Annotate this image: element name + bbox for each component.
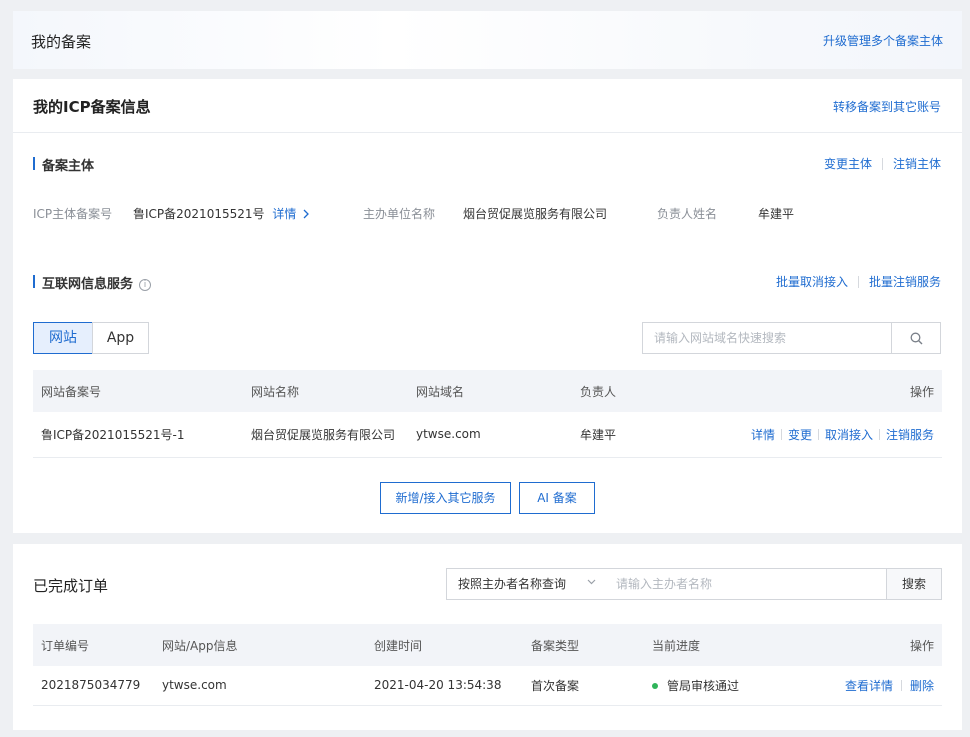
record-no-value: 鲁ICP备2021015521号 详情	[133, 205, 310, 222]
cancel-subject-link[interactable]: 注销主体	[893, 155, 941, 172]
orders-card: 已完成订单 按照主办者名称查询 搜索 订单编号 网站/App信息 创建时间 备案…	[13, 544, 962, 730]
table-header-row: 网站备案号 网站名称 网站域名 负责人 操作	[33, 370, 942, 412]
service-section-title: 互联网信息服务 i	[33, 273, 152, 292]
col-ops: 操作	[722, 370, 942, 412]
cancel-service-link[interactable]: 注销服务	[886, 428, 934, 442]
query-type-select[interactable]: 按照主办者名称查询	[446, 568, 606, 600]
col-created: 创建时间	[366, 624, 523, 666]
record-detail-label: 详情	[272, 207, 297, 221]
change-link[interactable]: 变更	[788, 428, 812, 442]
orders-table: 订单编号 网站/App信息 创建时间 备案类型 当前进度 操作 20218750…	[33, 624, 942, 706]
col-progress: 当前进度	[644, 624, 794, 666]
col-domain: 网站域名	[408, 370, 572, 412]
col-site-name: 网站名称	[243, 370, 408, 412]
view-detail-link[interactable]: 查看详情	[845, 679, 893, 693]
record-no-label: ICP主体备案号	[33, 207, 113, 221]
col-ops: 操作	[794, 624, 942, 666]
batch-cancel-access-link[interactable]: 批量取消接入	[776, 273, 848, 290]
chevron-right-icon	[303, 209, 310, 219]
search-icon	[910, 332, 922, 344]
query-type-value: 按照主办者名称查询	[458, 577, 567, 591]
search-button[interactable]	[891, 323, 940, 353]
divider	[13, 132, 962, 133]
table-header-row: 订单编号 网站/App信息 创建时间 备案类型 当前进度 操作	[33, 624, 942, 666]
status-dot	[652, 682, 658, 689]
icp-info-card: 我的ICP备案信息 转移备案到其它账号 备案主体 变更主体 注销主体 ICP主体…	[13, 79, 962, 533]
owner-label: 负责人姓名	[657, 207, 718, 221]
cell-record-no: 鲁ICP备2021015521号-1	[33, 412, 243, 458]
website-table: 网站备案号 网站名称 网站域名 负责人 操作 鲁ICP备2021015521号-…	[33, 370, 942, 458]
cell-order-no: 2021875034779	[33, 666, 154, 706]
organizer-search-input[interactable]	[605, 568, 887, 600]
order-search-button[interactable]: 搜索	[886, 568, 942, 600]
change-subject-link[interactable]: 变更主体	[824, 155, 872, 172]
cell-ops: 查看详情 删除	[794, 666, 942, 706]
col-order-no: 订单编号	[33, 624, 154, 666]
domain-search-input[interactable]	[643, 323, 891, 353]
separator	[857, 275, 859, 288]
batch-cancel-service-link[interactable]: 批量注销服务	[869, 273, 941, 290]
cell-site: ytwse.com	[154, 666, 366, 706]
record-no-text: 鲁ICP备2021015521号	[133, 207, 265, 221]
table-row: 2021875034779 ytwse.com 2021-04-20 13:54…	[33, 666, 942, 706]
domain-search	[642, 322, 941, 354]
col-site-app: 网站/App信息	[154, 624, 366, 666]
page-title: 我的备案	[31, 33, 92, 51]
cell-owner: 牟建平	[572, 412, 722, 458]
icp-card-title: 我的ICP备案信息	[33, 98, 151, 116]
org-label: 主办单位名称	[363, 207, 436, 221]
ai-filing-button[interactable]: AI 备案	[519, 482, 595, 514]
chevron-down-icon	[587, 569, 596, 599]
separator	[817, 428, 819, 440]
info-icon[interactable]: i	[139, 279, 152, 291]
col-record-no: 网站备案号	[33, 370, 243, 412]
cell-created: 2021-04-20 13:54:38	[366, 666, 523, 706]
upgrade-link[interactable]: 升级管理多个备案主体	[823, 32, 943, 49]
cell-site-name: 烟台贸促展览服务有限公司	[243, 412, 408, 458]
tab-website[interactable]: 网站	[33, 322, 93, 354]
org-value: 烟台贸促展览服务有限公司	[463, 207, 608, 221]
col-type: 备案类型	[523, 624, 644, 666]
cell-type: 首次备案	[523, 666, 644, 706]
separator	[881, 157, 883, 170]
cancel-access-link[interactable]: 取消接入	[825, 428, 873, 442]
page-header: 我的备案 升级管理多个备案主体	[13, 11, 962, 69]
service-actions: 批量取消接入 批量注销服务	[776, 273, 941, 290]
transfer-link[interactable]: 转移备案到其它账号	[833, 98, 941, 115]
record-detail-link[interactable]: 详情	[272, 207, 310, 221]
tab-app[interactable]: App	[92, 322, 149, 354]
cell-domain: ytwse.com	[408, 412, 572, 458]
table-row: 鲁ICP备2021015521号-1 烟台贸促展览服务有限公司 ytwse.co…	[33, 412, 942, 458]
col-owner: 负责人	[572, 370, 722, 412]
delete-link[interactable]: 删除	[910, 679, 934, 693]
detail-link[interactable]: 详情	[751, 428, 775, 442]
subject-section-title: 备案主体	[33, 155, 94, 174]
orders-title: 已完成订单	[33, 577, 109, 595]
separator	[780, 428, 782, 440]
separator	[878, 428, 880, 440]
progress-text: 管局审核通过	[667, 678, 740, 693]
subject-actions: 变更主体 注销主体	[824, 155, 941, 172]
add-service-button[interactable]: 新增/接入其它服务	[380, 482, 511, 514]
cell-progress: 管局审核通过	[644, 666, 794, 706]
separator	[900, 679, 902, 691]
service-title-text: 互联网信息服务	[42, 277, 134, 292]
cell-ops: 详情 变更 取消接入 注销服务	[722, 412, 942, 458]
owner-value: 牟建平	[758, 207, 795, 221]
